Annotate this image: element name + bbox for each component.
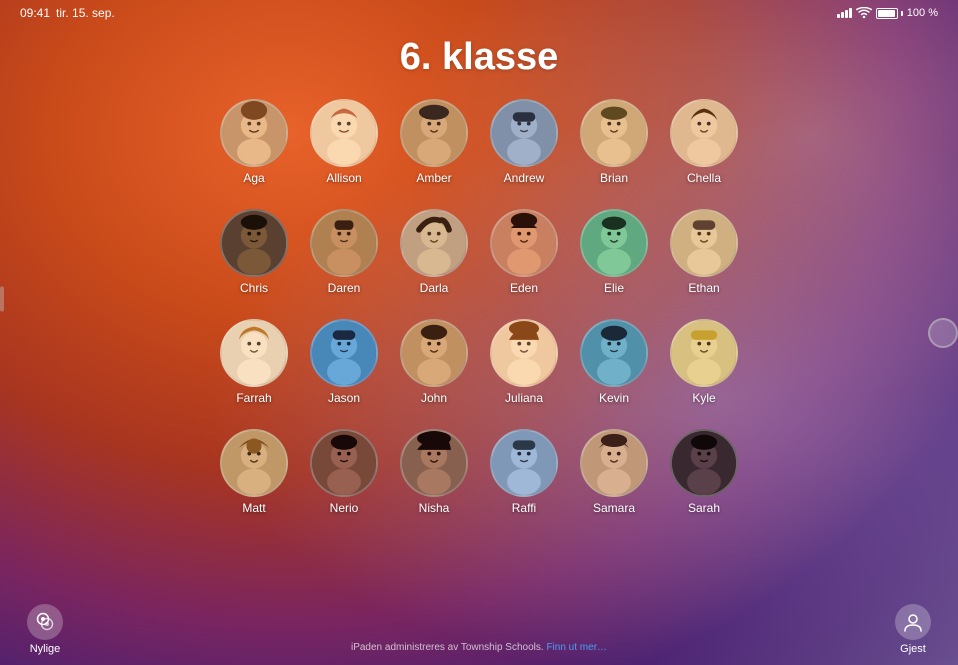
guest-icon bbox=[895, 604, 931, 640]
avatar-andrew bbox=[490, 99, 558, 167]
date: tir. 15. sep. bbox=[56, 6, 115, 20]
student-chella[interactable]: Chella bbox=[664, 99, 744, 209]
student-darla[interactable]: Darla bbox=[394, 209, 474, 319]
student-allison[interactable]: Allison bbox=[304, 99, 384, 209]
student-eden[interactable]: Eden bbox=[484, 209, 564, 319]
student-daren[interactable]: Daren bbox=[304, 209, 384, 319]
status-right: 100 % bbox=[837, 7, 938, 19]
student-name-matt: Matt bbox=[242, 501, 265, 515]
student-name-andrew: Andrew bbox=[504, 171, 545, 185]
time: 09:41 bbox=[20, 6, 50, 20]
guest-label: Gjest bbox=[900, 643, 926, 655]
avatar-juliana bbox=[490, 319, 558, 387]
student-john[interactable]: John bbox=[394, 319, 474, 429]
avatar-john bbox=[400, 319, 468, 387]
student-name-amber: Amber bbox=[416, 171, 451, 185]
avatar-kyle bbox=[670, 319, 738, 387]
battery-indicator: 100 % bbox=[876, 7, 938, 19]
student-name-jason: Jason bbox=[328, 391, 360, 405]
students-grid: Aga Allison Amber bbox=[214, 99, 744, 539]
student-name-john: John bbox=[421, 391, 447, 405]
student-amber[interactable]: Amber bbox=[394, 99, 474, 209]
status-bar: 09:41 tir. 15. sep. bbox=[0, 0, 958, 26]
learn-more-link[interactable]: Finn ut mer… bbox=[546, 642, 607, 653]
device-frame: 09:41 tir. 15. sep. bbox=[0, 0, 958, 665]
student-brian[interactable]: Brian bbox=[574, 99, 654, 209]
student-name-ethan: Ethan bbox=[688, 281, 719, 295]
avatar-matt bbox=[220, 429, 288, 497]
student-juliana[interactable]: Juliana bbox=[484, 319, 564, 429]
admin-text: iPaden administreres av Township Schools… bbox=[351, 642, 544, 653]
student-name-brian: Brian bbox=[600, 171, 628, 185]
student-nerio[interactable]: Nerio bbox=[304, 429, 384, 539]
bottom-bar: Nylige iPaden administreres av Township … bbox=[0, 598, 958, 665]
avatar-kevin bbox=[580, 319, 648, 387]
admin-info: iPaden administreres av Township Schools… bbox=[351, 642, 607, 653]
side-button bbox=[0, 287, 4, 312]
wifi-icon bbox=[856, 7, 872, 19]
student-name-sarah: Sarah bbox=[688, 501, 720, 515]
student-name-chris: Chris bbox=[240, 281, 268, 295]
student-name-farrah: Farrah bbox=[236, 391, 271, 405]
class-title: 6. klasse bbox=[400, 36, 558, 79]
student-name-nerio: Nerio bbox=[330, 501, 359, 515]
student-name-eden: Eden bbox=[510, 281, 538, 295]
avatar-eden bbox=[490, 209, 558, 277]
student-kevin[interactable]: Kevin bbox=[574, 319, 654, 429]
student-matt[interactable]: Matt bbox=[214, 429, 294, 539]
avatar-nerio bbox=[310, 429, 378, 497]
avatar-amber bbox=[400, 99, 468, 167]
status-left: 09:41 tir. 15. sep. bbox=[20, 6, 115, 20]
student-name-daren: Daren bbox=[328, 281, 361, 295]
guest-button[interactable]: Gjest bbox=[888, 604, 938, 655]
avatar-chris bbox=[220, 209, 288, 277]
student-raffi[interactable]: Raffi bbox=[484, 429, 564, 539]
student-jason[interactable]: Jason bbox=[304, 319, 384, 429]
avatar-darla bbox=[400, 209, 468, 277]
signal-icon bbox=[837, 8, 852, 18]
student-name-aga: Aga bbox=[243, 171, 264, 185]
student-name-raffi: Raffi bbox=[512, 501, 536, 515]
recent-label: Nylige bbox=[30, 643, 61, 655]
student-sarah[interactable]: Sarah bbox=[664, 429, 744, 539]
avatar-chella bbox=[670, 99, 738, 167]
student-name-nisha: Nisha bbox=[419, 501, 450, 515]
avatar-brian bbox=[580, 99, 648, 167]
student-name-allison: Allison bbox=[326, 171, 361, 185]
student-elie[interactable]: Elie bbox=[574, 209, 654, 319]
avatar-allison bbox=[310, 99, 378, 167]
main-content: 6. klasse Aga Allison bbox=[0, 26, 958, 598]
battery-percent: 100 % bbox=[907, 7, 938, 19]
student-nisha[interactable]: Nisha bbox=[394, 429, 474, 539]
student-aga[interactable]: Aga bbox=[214, 99, 294, 209]
student-kyle[interactable]: Kyle bbox=[664, 319, 744, 429]
home-button[interactable] bbox=[928, 318, 958, 348]
student-name-elie: Elie bbox=[604, 281, 624, 295]
avatar-samara bbox=[580, 429, 648, 497]
student-farrah[interactable]: Farrah bbox=[214, 319, 294, 429]
student-chris[interactable]: Chris bbox=[214, 209, 294, 319]
student-name-juliana: Juliana bbox=[505, 391, 543, 405]
avatar-sarah bbox=[670, 429, 738, 497]
student-name-samara: Samara bbox=[593, 501, 635, 515]
student-name-kyle: Kyle bbox=[692, 391, 715, 405]
avatar-aga bbox=[220, 99, 288, 167]
student-ethan[interactable]: Ethan bbox=[664, 209, 744, 319]
avatar-elie bbox=[580, 209, 648, 277]
student-name-darla: Darla bbox=[420, 281, 449, 295]
recent-button[interactable]: Nylige bbox=[20, 604, 70, 655]
student-samara[interactable]: Samara bbox=[574, 429, 654, 539]
avatar-jason bbox=[310, 319, 378, 387]
student-andrew[interactable]: Andrew bbox=[484, 99, 564, 209]
recent-icon bbox=[27, 604, 63, 640]
avatar-raffi bbox=[490, 429, 558, 497]
student-name-kevin: Kevin bbox=[599, 391, 629, 405]
student-name-chella: Chella bbox=[687, 171, 721, 185]
avatar-farrah bbox=[220, 319, 288, 387]
avatar-ethan bbox=[670, 209, 738, 277]
avatar-daren bbox=[310, 209, 378, 277]
avatar-nisha bbox=[400, 429, 468, 497]
